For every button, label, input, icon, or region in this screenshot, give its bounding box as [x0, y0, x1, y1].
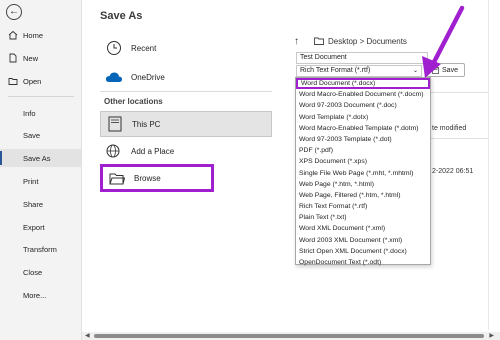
horizontal-scrollbar[interactable]: ◀ ▶: [82, 332, 500, 340]
scroll-right-icon[interactable]: ▶: [489, 332, 494, 339]
scroll-left-icon[interactable]: ◀: [85, 332, 90, 339]
scrollbar-thumb[interactable]: [94, 334, 484, 338]
annotation-arrow-icon: [422, 5, 465, 78]
vertical-scroll-track: [488, 0, 489, 330]
